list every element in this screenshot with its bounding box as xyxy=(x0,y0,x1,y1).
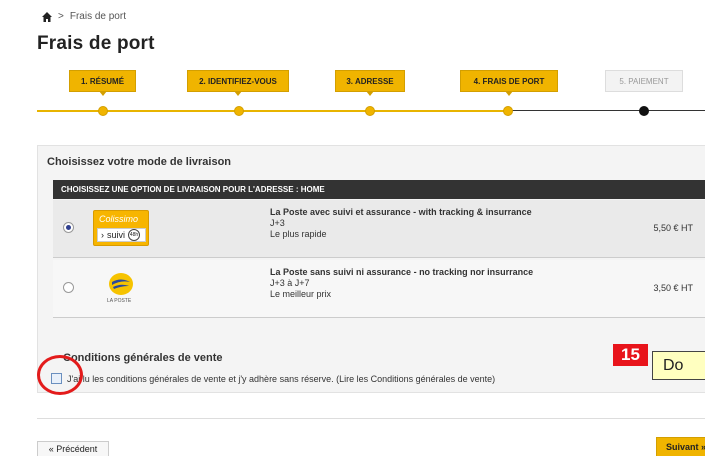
delivery-option-colissimo[interactable]: Colissimo › suivi 48h La Poste avec suiv… xyxy=(53,200,705,258)
cgv-title: Conditions générales de vente xyxy=(63,352,223,364)
delivery-radio-laposte[interactable] xyxy=(63,282,74,293)
annotation-number-badge: 15 xyxy=(613,344,648,366)
step-dot-5 xyxy=(639,106,649,116)
delivery-title: Choisissez votre mode de livraison xyxy=(47,156,232,168)
step-paiement: 5. Paiement xyxy=(605,70,683,92)
laposte-logo: LA POSTE xyxy=(93,270,149,306)
delivery-option-note: Le plus rapide xyxy=(270,229,327,239)
chevron-right-icon: › xyxy=(101,230,104,240)
laposte-bird-icon xyxy=(109,273,133,295)
cgv-checkbox-label[interactable]: J'ai lu les conditions générales de vent… xyxy=(67,374,495,384)
home-icon[interactable] xyxy=(42,11,52,22)
annotation-circle xyxy=(37,355,83,395)
step-dot-3 xyxy=(365,106,375,116)
delivery-option-delay: J+3 xyxy=(270,218,285,228)
delivery-option-price: 3,50 € HT xyxy=(653,283,693,293)
delivery-option-name: La Poste sans suivi ni assurance - no tr… xyxy=(270,267,534,277)
step-identifiez-vous[interactable]: 2. Identifiez-vous xyxy=(187,70,289,96)
breadcrumb-separator: > xyxy=(58,11,64,22)
cgv-row: J'ai lu les conditions générales de vent… xyxy=(51,373,495,384)
breadcrumb-current: Frais de port xyxy=(69,11,126,22)
delivery-table-header: Choisissez une option de livraison pour … xyxy=(53,180,705,199)
delivery-option-description: La Poste sans suivi ni assurance - no tr… xyxy=(270,267,570,300)
delivery-option-delay: J+3 à J+7 xyxy=(270,278,310,288)
step-frais-de-port[interactable]: 4. Frais de port xyxy=(460,70,558,96)
previous-button[interactable]: « Précédent xyxy=(37,441,109,456)
delivery-option-note: Le meilleur prix xyxy=(270,289,332,299)
step-adresse[interactable]: 3. Adresse xyxy=(335,70,405,96)
laposte-logo-text: LA POSTE xyxy=(107,298,132,304)
annotation-tooltip: Do xyxy=(652,351,705,380)
colissimo-logo: Colissimo › suivi 48h xyxy=(93,210,149,246)
colissimo-logo-suivi: suivi xyxy=(107,230,126,240)
divider xyxy=(37,418,705,419)
delivery-option-name: La Poste avec suivi et assurance - with … xyxy=(270,207,532,217)
progress-line-remaining xyxy=(512,110,705,111)
delivery-option-description: La Poste avec suivi et assurance - with … xyxy=(270,207,570,240)
delivery-radio-colissimo[interactable] xyxy=(63,222,74,233)
delivery-option-price: 5,50 € HT xyxy=(653,223,693,233)
step-dot-4 xyxy=(503,106,513,116)
step-resume[interactable]: 1. Résumé xyxy=(69,70,136,96)
page-title: Frais de port xyxy=(37,33,155,54)
badge-48h-icon: 48h xyxy=(128,229,141,241)
delivery-option-laposte[interactable]: LA POSTE La Poste sans suivi ni assuranc… xyxy=(53,260,705,318)
progress-line-completed xyxy=(37,110,512,112)
next-button[interactable]: Suivant » xyxy=(656,437,705,456)
step-dot-2 xyxy=(234,106,244,116)
colissimo-logo-text: Colissimo xyxy=(99,214,139,224)
step-dot-1 xyxy=(98,106,108,116)
breadcrumb: > Frais de port xyxy=(42,11,126,22)
